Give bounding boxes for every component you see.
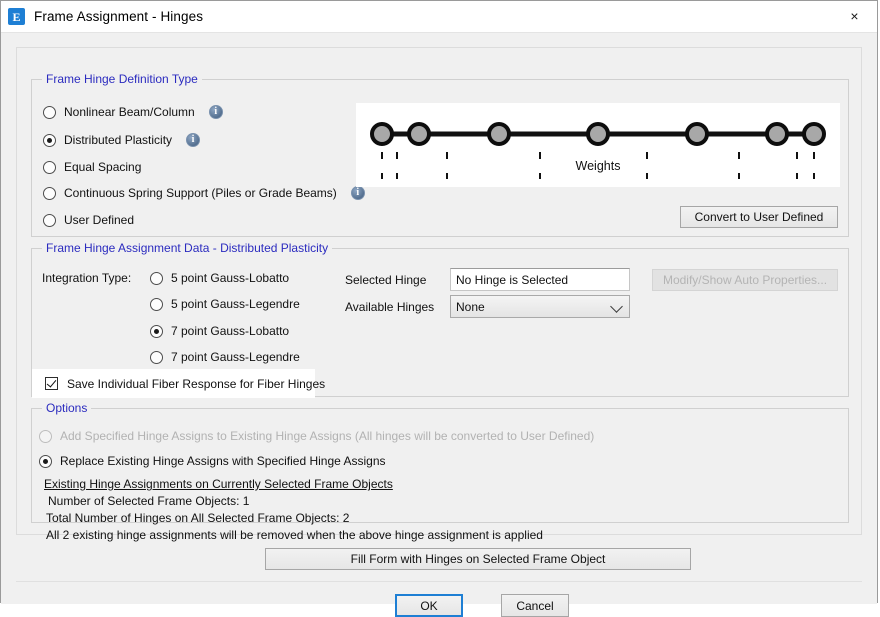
info-icon[interactable]: i (186, 133, 201, 147)
radio-continuous-spring-support[interactable]: Continuous Spring Support (Piles or Grad… (43, 186, 365, 200)
available-hinges-label: Available Hinges (345, 300, 435, 314)
info-icon[interactable]: i (350, 186, 365, 200)
radio-indicator[interactable] (150, 324, 163, 338)
cancel-button[interactable]: Cancel (501, 594, 569, 617)
window-title: Frame Assignment - Hinges (34, 9, 204, 24)
selected-hinge-value: No Hinge is Selected (450, 268, 630, 291)
line-total-hinges: Total Number of Hinges on All Selected F… (46, 511, 350, 525)
fiber-response-checkbox[interactable] (45, 377, 58, 390)
info-icon[interactable]: i (208, 105, 223, 119)
radio-5pt-gauss-legendre[interactable]: 5 point Gauss-Legendre (150, 297, 300, 311)
radio-indicator[interactable] (150, 271, 163, 285)
hinge-diagram-svg (370, 122, 826, 179)
fiber-response-overlay: Save Individual Fiber Response for Fiber… (32, 369, 325, 398)
radio-indicator[interactable] (150, 297, 163, 311)
line-removal-note: All 2 existing hinge assignments will be… (46, 528, 543, 542)
hinge-weights-diagram: Weights (356, 103, 840, 187)
radio-label: Add Specified Hinge Assigns to Existing … (60, 429, 595, 443)
dialog-body: Frame Hinge Definition Type Nonlinear Be… (1, 33, 877, 617)
chevron-down-icon[interactable] (610, 299, 623, 313)
modify-show-auto-properties-button: Modify/Show Auto Properties... (652, 269, 838, 291)
app-icon: E (8, 8, 25, 25)
radio-user-defined[interactable]: User Defined (43, 213, 134, 227)
footer-divider (16, 581, 862, 582)
radio-indicator[interactable] (43, 186, 56, 200)
selected-hinge-label: Selected Hinge (345, 273, 427, 287)
group-definition-type-title: Frame Hinge Definition Type (42, 72, 202, 86)
radio-label: Continuous Spring Support (Piles or Grad… (64, 186, 337, 200)
radio-7pt-gauss-lobatto[interactable]: 7 point Gauss-Lobatto (150, 324, 289, 338)
radio-indicator[interactable] (43, 133, 56, 147)
fiber-response-label: Save Individual Fiber Response for Fiber… (67, 376, 326, 391)
available-hinges-value: None (456, 299, 485, 314)
radio-indicator (39, 429, 52, 443)
group-assignment-data-title: Frame Hinge Assignment Data - Distribute… (42, 241, 333, 255)
radio-equal-spacing[interactable]: Equal Spacing (43, 160, 141, 174)
convert-to-user-defined-button[interactable]: Convert to User Defined (680, 206, 838, 228)
radio-label: Nonlinear Beam/Column (64, 105, 195, 119)
radio-indicator[interactable] (43, 213, 56, 227)
radio-distributed-plasticity[interactable]: Distributed Plasticity i (43, 133, 201, 147)
radio-indicator[interactable] (43, 160, 56, 174)
radio-add-specified-hinge-assigns: Add Specified Hinge Assigns to Existing … (39, 429, 594, 443)
radio-label: 7 point Gauss-Legendre (171, 350, 300, 364)
radio-label: Distributed Plasticity (64, 133, 173, 147)
available-hinges-select[interactable]: None (450, 295, 630, 318)
radio-label: Equal Spacing (64, 160, 142, 174)
line-number-selected-objects: Number of Selected Frame Objects: 1 (48, 494, 250, 508)
diagram-caption: Weights (569, 159, 627, 173)
group-options-title: Options (42, 401, 92, 415)
radio-label: User Defined (64, 213, 135, 227)
existing-assignments-heading: Existing Hinge Assignments on Currently … (44, 477, 393, 491)
radio-indicator[interactable] (150, 350, 163, 364)
integration-type-label: Integration Type: (42, 271, 132, 285)
radio-label: Replace Existing Hinge Assigns with Spec… (60, 454, 386, 468)
radio-7pt-gauss-legendre[interactable]: 7 point Gauss-Legendre (150, 350, 300, 364)
dialog-window: E Frame Assignment - Hinges × Frame Hing… (0, 0, 878, 617)
fill-form-button[interactable]: Fill Form with Hinges on Selected Frame … (265, 548, 691, 570)
title-bar: E Frame Assignment - Hinges × (1, 1, 877, 33)
radio-replace-existing-hinge-assigns[interactable]: Replace Existing Hinge Assigns with Spec… (39, 454, 386, 468)
ok-button[interactable]: OK (395, 594, 463, 617)
radio-indicator[interactable] (43, 105, 56, 119)
close-icon[interactable]: × (832, 1, 877, 31)
radio-indicator[interactable] (39, 454, 52, 468)
radio-label: 5 point Gauss-Legendre (171, 297, 300, 311)
radio-label: 5 point Gauss-Lobatto (171, 271, 290, 285)
radio-5pt-gauss-lobatto[interactable]: 5 point Gauss-Lobatto (150, 271, 289, 285)
radio-label: 7 point Gauss-Lobatto (171, 324, 290, 338)
radio-nonlinear-beam-column[interactable]: Nonlinear Beam/Column i (43, 105, 223, 119)
